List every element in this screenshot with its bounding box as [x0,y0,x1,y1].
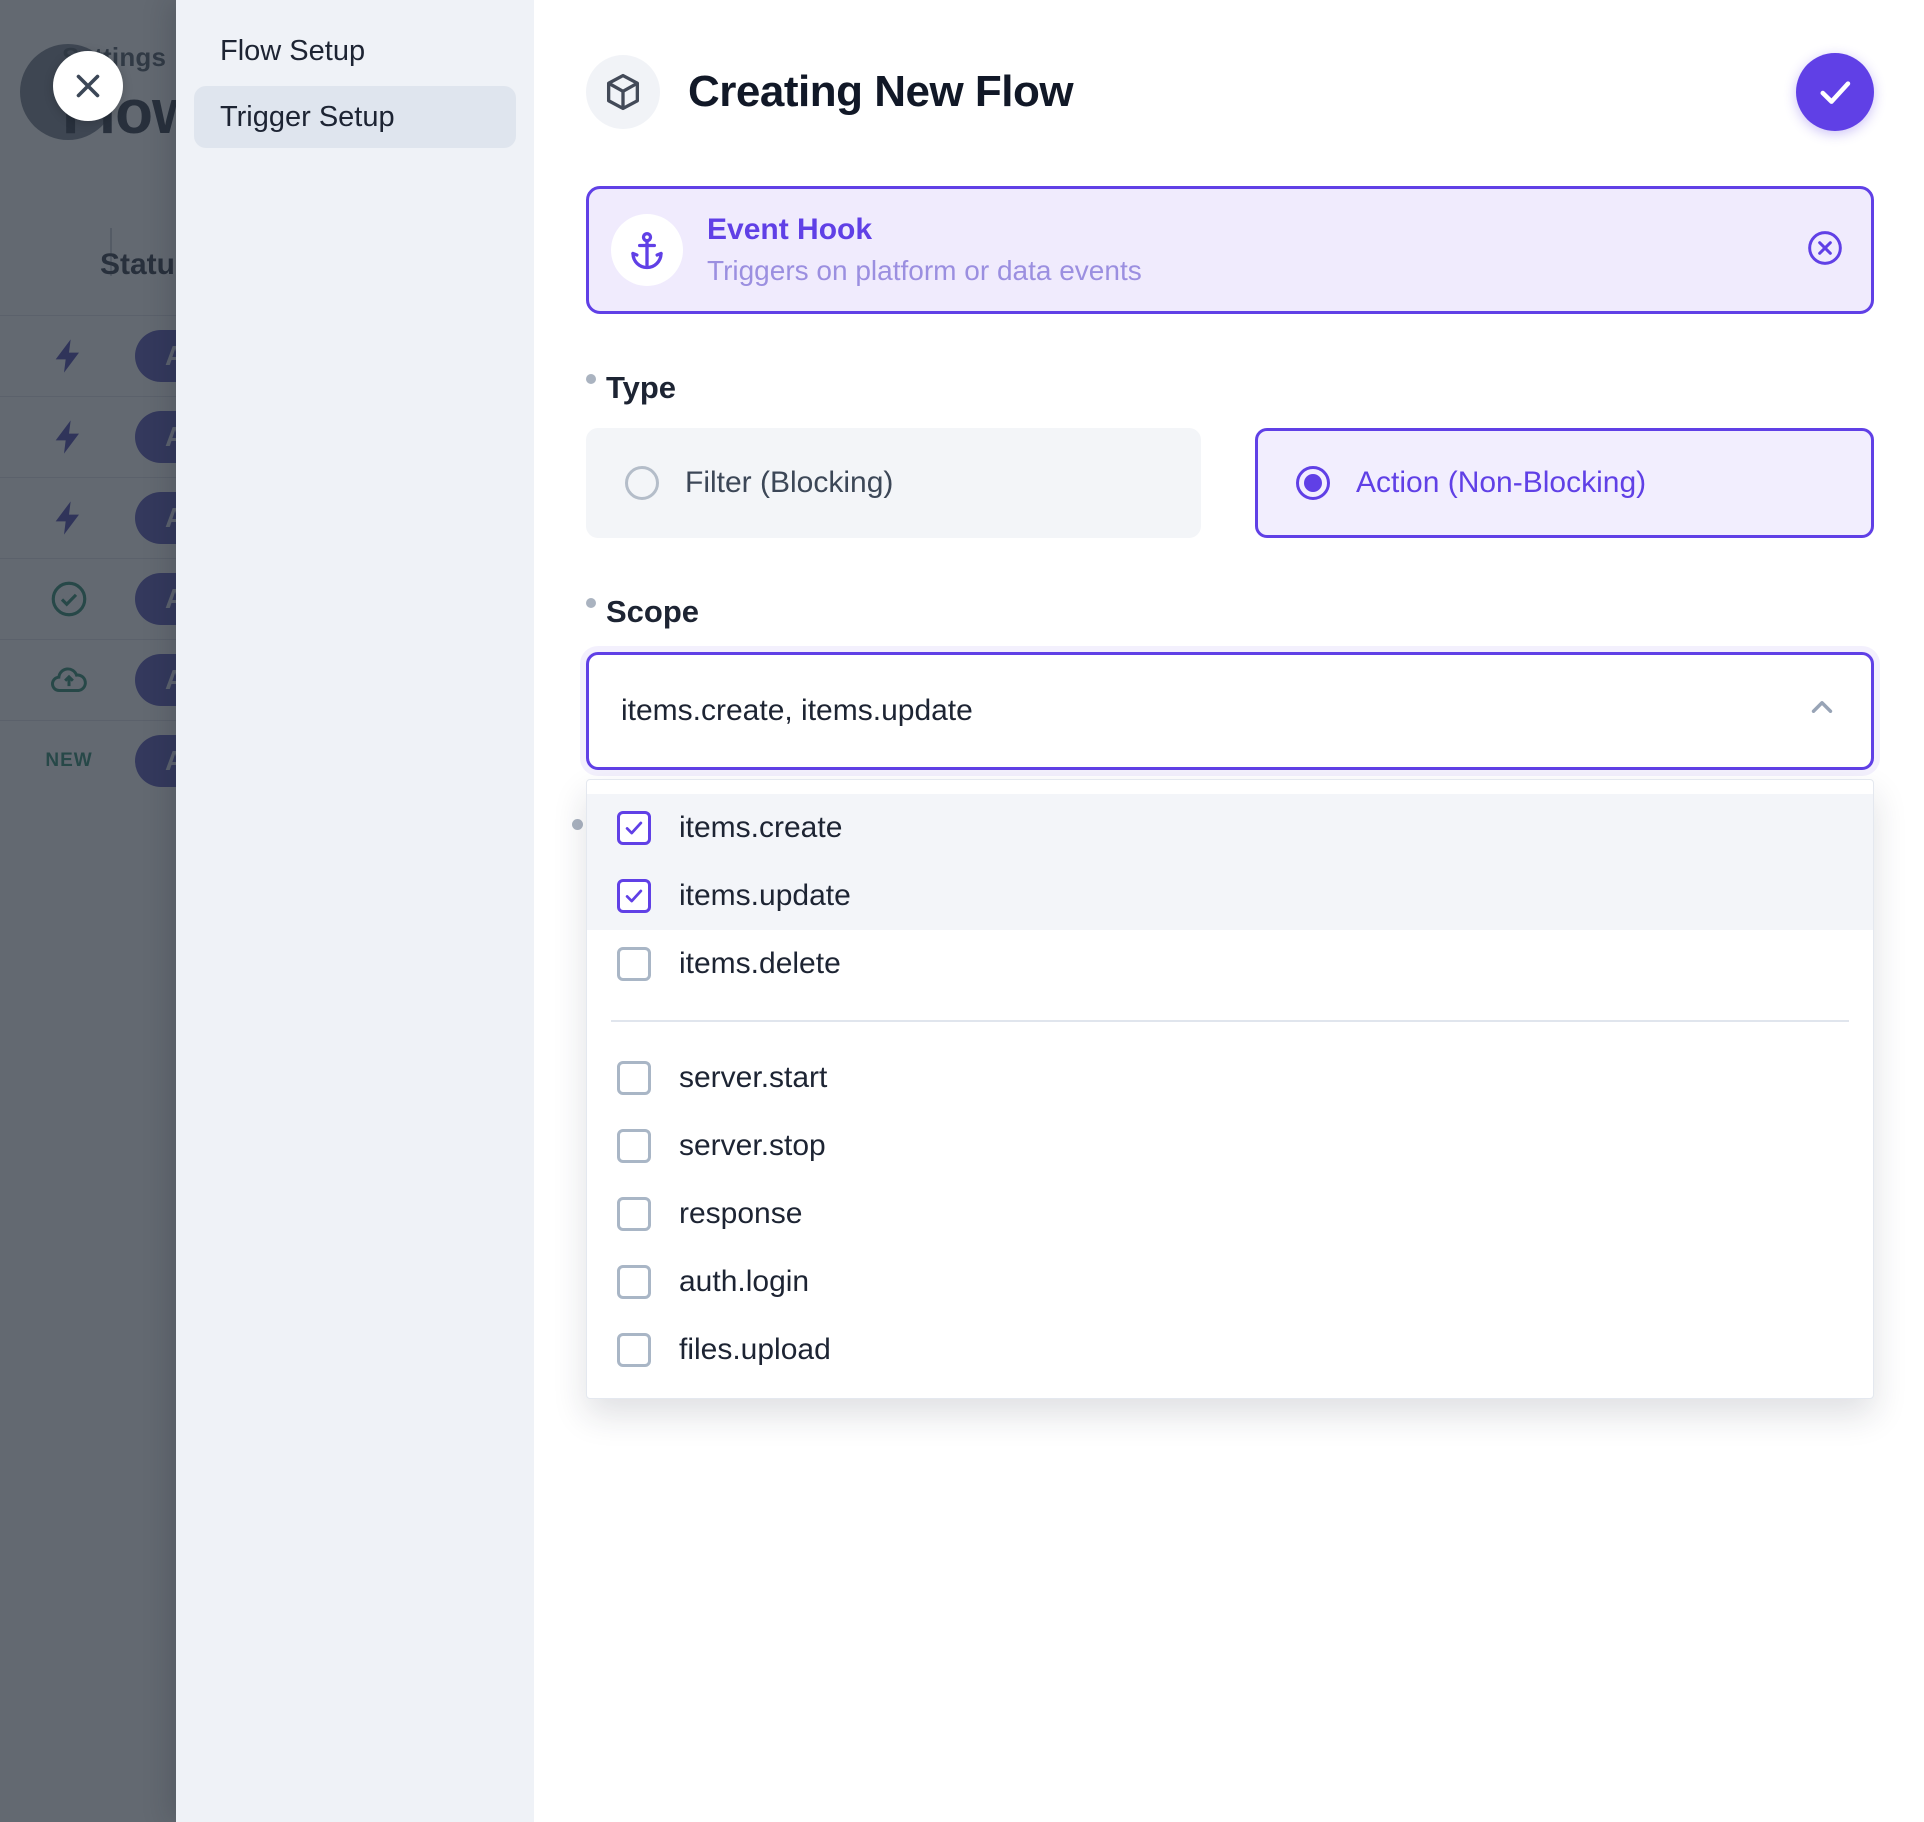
dropdown-option-response[interactable]: response [587,1180,1873,1248]
sidebar-item-label: Trigger Setup [220,101,395,134]
check-icon [1814,71,1856,113]
dropdown-option-label: response [679,1197,802,1231]
dropdown-option-label: items.delete [679,947,841,981]
scope-select-wrapper: items.create, items.update Events [586,652,1874,972]
close-icon [69,67,107,105]
remove-event-hook-button[interactable] [1805,228,1845,273]
event-hook-text: Event Hook Triggers on platform or data … [707,213,1142,287]
type-option-label: Action (Non-Blocking) [1356,466,1646,500]
event-hook-subtitle: Triggers on platform or data events [707,255,1142,287]
checkbox-icon [617,1265,651,1299]
scope-dropdown-menu: items.create items.update items.delete [586,779,1874,1399]
checkbox-icon [617,1333,651,1367]
scope-select[interactable]: items.create, items.update [586,652,1874,770]
screen-root: Settings Flows Status Active Active [0,0,1924,1822]
checkbox-icon [617,1129,651,1163]
scope-field-label: Scope [586,594,1874,630]
drawer-main-panel: Creating New Flow [534,0,1924,1822]
checkbox-icon [617,1197,651,1231]
checkbox-checked-icon [617,811,651,845]
type-option-label: Filter (Blocking) [685,466,893,500]
type-options-row: Filter (Blocking) Action (Non-Blocking) [586,428,1874,538]
sidebar-item-label: Flow Setup [220,35,365,68]
anchor-icon [611,214,683,286]
dropdown-option-label: auth.login [679,1265,809,1299]
sidebar-item-trigger-setup[interactable]: Trigger Setup [194,86,516,148]
required-dot-icon [586,374,596,384]
radio-selected-icon [1296,466,1330,500]
close-circle-icon [1805,228,1845,268]
dropdown-option-items-create[interactable]: items.create [587,794,1873,862]
checkbox-checked-icon [617,879,651,913]
sidebar-item-flow-setup[interactable]: Flow Setup [194,20,516,82]
event-hook-title: Event Hook [707,213,1142,247]
dropdown-group-divider [611,1020,1849,1022]
dropdown-option-label: items.create [679,811,842,845]
type-option-filter[interactable]: Filter (Blocking) [586,428,1201,538]
checkbox-icon [617,947,651,981]
dropdown-option-files-upload[interactable]: files.upload [587,1316,1873,1384]
type-label-text: Type [606,370,676,406]
drawer-header: Creating New Flow [586,50,1874,134]
dropdown-option-auth-login[interactable]: auth.login [587,1248,1873,1316]
dropdown-option-items-update[interactable]: items.update [587,862,1873,930]
dropdown-option-label: server.start [679,1061,827,1095]
chevron-up-icon[interactable] [1805,690,1839,732]
dropdown-option-label: files.upload [679,1333,831,1367]
scope-select-value: items.create, items.update [621,694,973,728]
dropdown-option-label: server.stop [679,1129,826,1163]
type-option-action[interactable]: Action (Non-Blocking) [1255,428,1874,538]
close-button[interactable] [53,51,123,121]
dropdown-option-label: items.update [679,879,851,913]
required-dot-icon [572,819,583,830]
radio-icon [625,466,659,500]
type-field-label: Type [586,370,1874,406]
required-dot-icon [586,598,596,608]
dropdown-option-server-start[interactable]: server.start [587,1044,1873,1112]
checkbox-icon [617,1061,651,1095]
page-title: Creating New Flow [688,67,1073,117]
creating-new-flow-drawer: Flow Setup Trigger Setup Creating New Fl… [176,0,1924,1822]
drawer-sidebar: Flow Setup Trigger Setup [176,0,534,1822]
scope-label-text: Scope [606,594,699,630]
dropdown-option-items-delete[interactable]: items.delete [587,930,1873,998]
cube-icon [586,55,660,129]
confirm-button[interactable] [1796,53,1874,131]
dropdown-option-server-stop[interactable]: server.stop [587,1112,1873,1180]
event-hook-card[interactable]: Event Hook Triggers on platform or data … [586,186,1874,314]
